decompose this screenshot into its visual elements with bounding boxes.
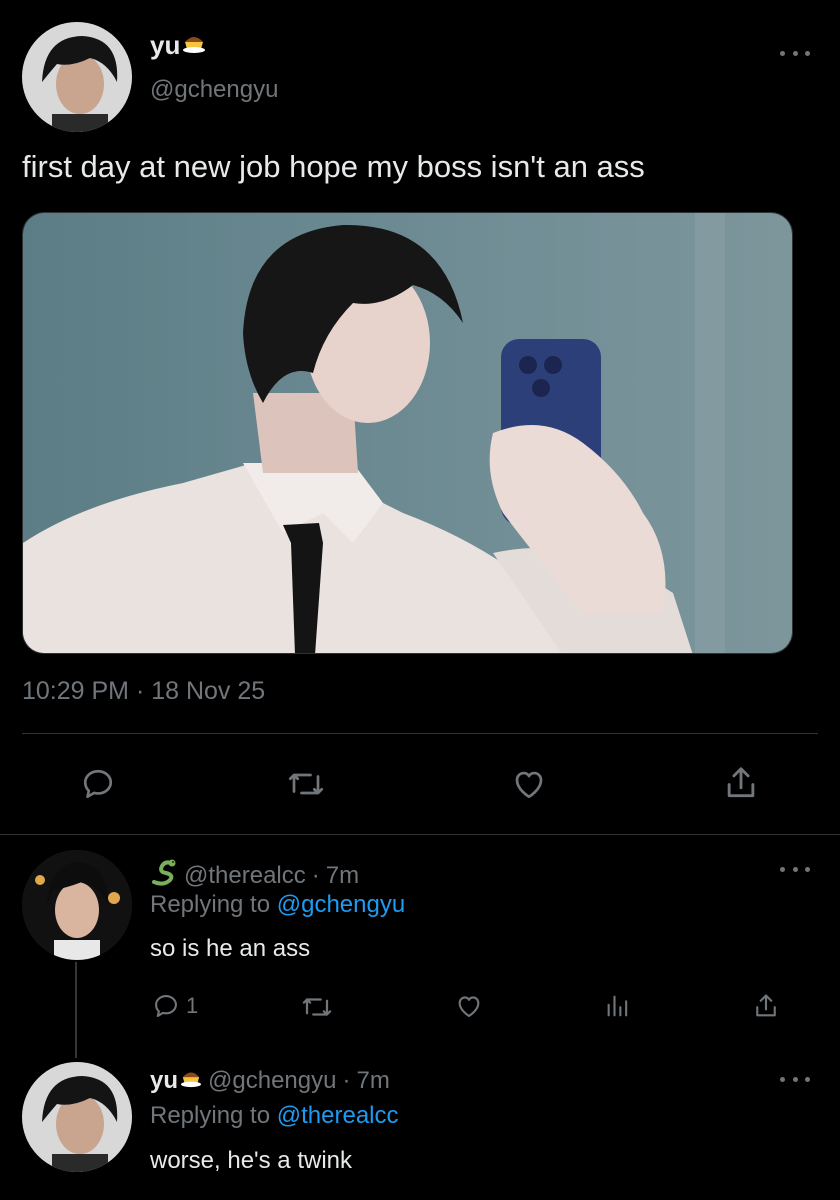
reply-avatar[interactable] (22, 850, 132, 960)
reply-handle[interactable]: @therealcc (184, 861, 306, 891)
share-icon (756, 994, 776, 1017)
like-button[interactable] (510, 766, 548, 802)
snake-icon (150, 858, 178, 894)
reply-button[interactable] (80, 766, 116, 802)
reply-text: so is he an ass (150, 935, 311, 962)
tweet-timestamp[interactable]: 10:29 PM · 18 Nov 25 (22, 676, 265, 706)
reply-text: worse, he's a twink (150, 1147, 352, 1174)
retweet-button[interactable] (300, 992, 334, 1022)
like-button[interactable] (454, 992, 484, 1020)
share-button[interactable] (752, 992, 780, 1020)
reply-avatar[interactable] (22, 1062, 132, 1172)
analytics-icon (607, 995, 628, 1017)
retweet-icon (302, 998, 332, 1016)
reply-count: 1 (186, 993, 199, 1018)
retweet-button[interactable] (286, 766, 326, 802)
more-options-icon[interactable] (780, 862, 810, 876)
replying-to-label: Replying to (150, 1102, 271, 1129)
portrait-icon (22, 850, 132, 960)
more-options-icon[interactable] (780, 1072, 810, 1086)
divider (22, 733, 818, 734)
replying-to-label: Replying to (150, 891, 271, 918)
author-handle[interactable]: @gchengyu (150, 76, 278, 104)
pudding-icon (182, 30, 206, 60)
divider (0, 834, 840, 835)
replying-to-handle[interactable]: @therealcc (277, 1102, 399, 1129)
like-icon (515, 771, 543, 799)
share-icon (727, 767, 755, 798)
portrait-icon (22, 22, 132, 132)
like-icon (458, 996, 480, 1017)
reply-header: yu @gchengyu · 7m (150, 1066, 390, 1096)
reply-time[interactable]: 7m (356, 1066, 389, 1096)
reply-display-name[interactable]: yu (150, 1066, 178, 1096)
reply-header: @therealcc · 7m (150, 858, 359, 894)
share-button[interactable] (722, 764, 760, 802)
tweet-text: first day at new job hope my boss isn't … (22, 149, 645, 184)
selfie-photo-icon (23, 213, 792, 653)
more-options-icon[interactable] (780, 46, 810, 60)
reply-icon (83, 769, 113, 799)
retweet-icon (288, 773, 324, 795)
replying-to: Replying to @therealcc (150, 1101, 399, 1131)
portrait-icon (22, 1062, 132, 1172)
reply-time[interactable]: 7m (326, 861, 359, 891)
author-name-row[interactable]: yu (150, 30, 206, 60)
tweet-image[interactable] (22, 212, 793, 654)
author-display-name[interactable]: yu (150, 30, 180, 60)
separator-dot: · (342, 1067, 351, 1094)
replying-to: Replying to @gchengyu (150, 890, 405, 920)
reply-handle[interactable]: @gchengyu (208, 1066, 336, 1096)
author-avatar[interactable] (22, 22, 132, 132)
pudding-icon (180, 1066, 202, 1096)
reply-icon (155, 995, 177, 1017)
replying-to-handle[interactable]: @gchengyu (277, 891, 405, 918)
separator-dot: · (311, 862, 320, 889)
reply-button[interactable]: 1 (152, 992, 198, 1020)
analytics-button[interactable] (604, 992, 632, 1020)
thread-connector-line (75, 962, 77, 1058)
